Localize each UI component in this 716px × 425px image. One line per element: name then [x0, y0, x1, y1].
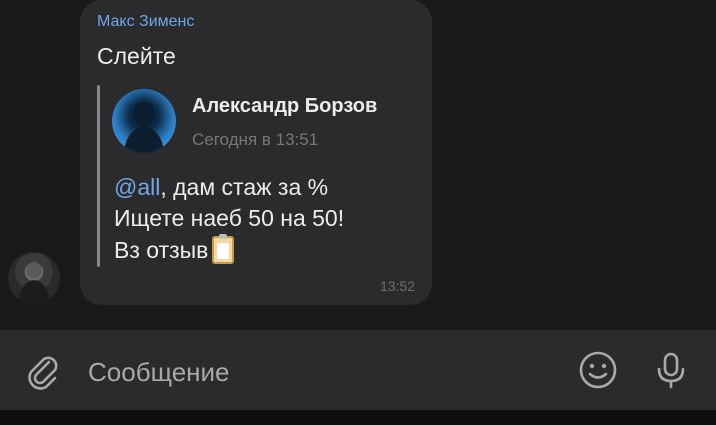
quote-line-1-text: , дам стаж за % — [160, 174, 329, 200]
message-bubble[interactable]: Макс Зименс Слейте Александр Борзов Сего… — [80, 0, 432, 305]
message-composer: Сообщение — [0, 330, 716, 410]
quote-bar — [97, 85, 100, 267]
clipboard-icon — [212, 234, 235, 264]
sender-name[interactable]: Макс Зименс — [97, 13, 194, 31]
chat-history: Макс Зименс Слейте Александр Борзов Сего… — [0, 0, 716, 330]
emoji-icon[interactable] — [578, 350, 618, 390]
quote-author-avatar[interactable] — [112, 89, 176, 153]
quote-line-3: Вз отзыв — [114, 234, 235, 264]
quote-time: Сегодня в 13:51 — [192, 130, 319, 149]
quote-line-1: @all, дам стаж за % — [114, 174, 328, 201]
sender-avatar[interactable] — [8, 252, 60, 304]
microphone-icon[interactable] — [651, 350, 691, 390]
quote-line-2: Ищете наеб 50 на 50! — [114, 205, 345, 231]
message-input[interactable]: Сообщение — [88, 357, 230, 388]
quote-line-3-text: Вз отзыв — [114, 237, 209, 263]
quote-author-name[interactable]: Александр Борзов — [192, 95, 377, 118]
attach-icon[interactable] — [22, 350, 62, 390]
mention-link[interactable]: @all — [114, 174, 160, 200]
system-nav-strip — [0, 410, 716, 425]
message-time: 13:52 — [379, 278, 415, 294]
message-text: Слейте — [97, 43, 176, 69]
